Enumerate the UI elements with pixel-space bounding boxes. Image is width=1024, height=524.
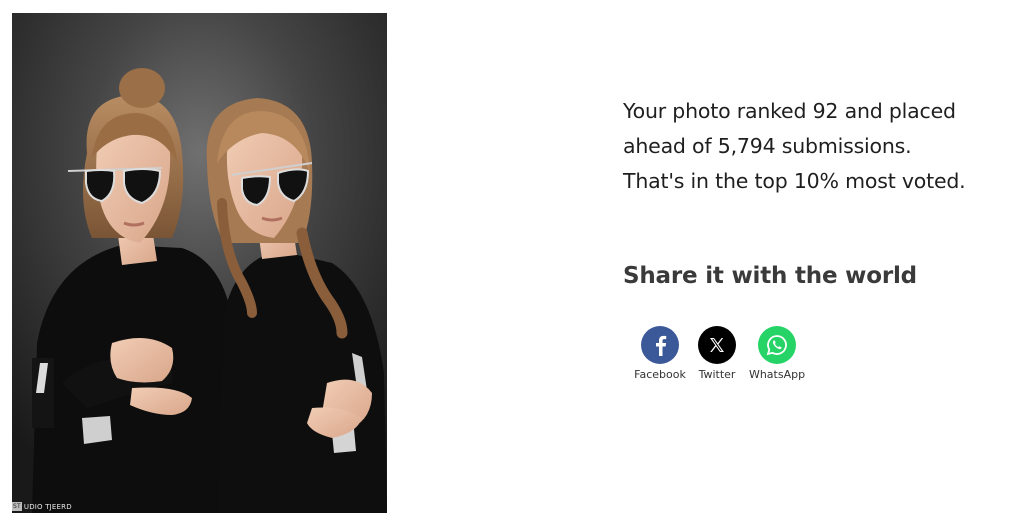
ranking-line-1: Your photo ranked 92 and placed	[623, 99, 956, 123]
whatsapp-share-button[interactable]: WhatsApp	[746, 326, 808, 381]
x-glyph	[710, 338, 724, 352]
facebook-label[interactable]: Facebook	[634, 368, 686, 381]
photographer-watermark: ST UDIO TJEERD	[12, 502, 72, 511]
ranking-summary: Your photo ranked 92 and placed ahead of…	[623, 94, 1018, 199]
submitted-photo: ST UDIO TJEERD	[12, 13, 387, 513]
twitter-label[interactable]: Twitter	[699, 368, 736, 381]
whatsapp-icon[interactable]	[758, 326, 796, 364]
ranking-line-2: ahead of 5,794 submissions.	[623, 134, 912, 158]
page: ST UDIO TJEERD Your photo ranked 92 and …	[0, 0, 1024, 524]
ranking-line-3: That's in the top 10% most voted.	[623, 169, 966, 193]
watermark-text: UDIO TJEERD	[23, 502, 72, 511]
whatsapp-glyph	[766, 335, 787, 356]
facebook-share-button[interactable]: Facebook	[628, 326, 692, 381]
x-icon[interactable]	[698, 326, 736, 364]
share-buttons: Facebook Twitter WhatsApp	[628, 326, 808, 381]
watermark-logo: ST	[12, 502, 22, 511]
facebook-glyph	[656, 335, 667, 356]
share-heading: Share it with the world	[623, 263, 917, 289]
whatsapp-label[interactable]: WhatsApp	[749, 368, 805, 381]
facebook-icon[interactable]	[641, 326, 679, 364]
photo-illustration	[12, 13, 387, 513]
twitter-share-button[interactable]: Twitter	[694, 326, 740, 381]
